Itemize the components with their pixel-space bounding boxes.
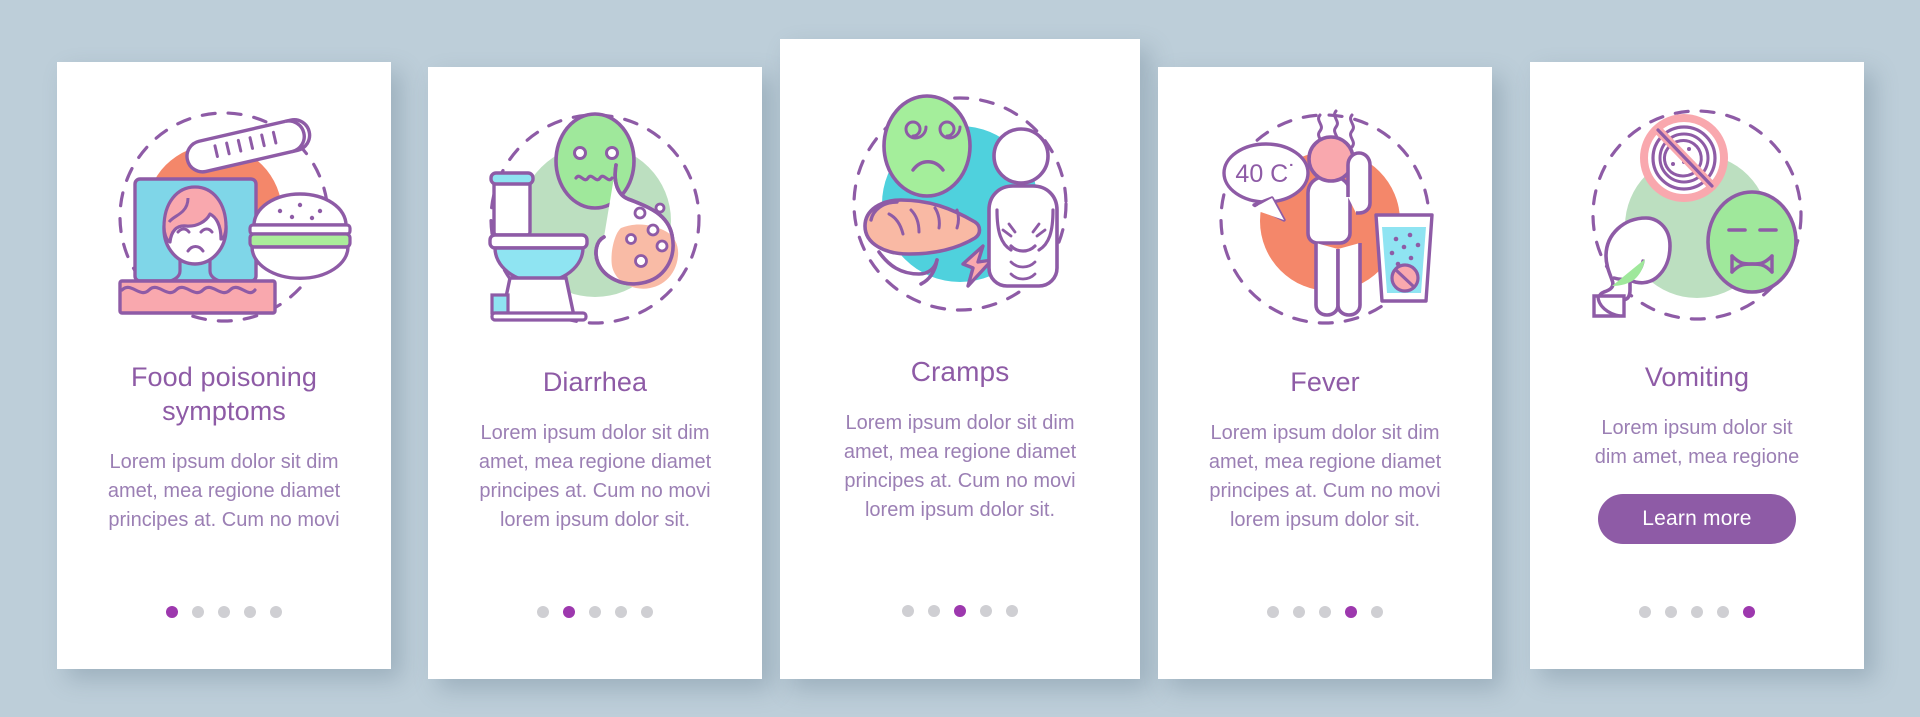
- step-dot-3[interactable]: [1319, 606, 1331, 618]
- no-food-sign-head-vomiting-nauseous-face-icon: [1591, 109, 1803, 321]
- card-body-line: principes at. Cum no movi: [108, 509, 340, 531]
- card-body-line: amet, mea regione diamet: [843, 441, 1077, 463]
- card-body-line: Lorem ipsum dolor sit: [1601, 417, 1793, 439]
- step-dot-1[interactable]: [537, 606, 549, 618]
- card-body-line: amet, mea regione diamet: [107, 480, 341, 502]
- sick-woman-in-bed-thermometer-burger-icon: [118, 111, 352, 323]
- step-dot-4[interactable]: [244, 606, 256, 618]
- card-body-line: principes at. Cum no movi: [1209, 480, 1441, 502]
- card-body-line: lorem ipsum dolor sit.: [1229, 509, 1421, 531]
- illustration-food-poisoning: [57, 96, 391, 334]
- toilet-sick-face-stomach-bacteria-icon: [488, 112, 701, 325]
- step-indicator-dots[interactable]: [1158, 606, 1492, 618]
- step-dot-2[interactable]: [563, 606, 575, 618]
- step-dot-5[interactable]: [1371, 606, 1383, 618]
- step-dot-1[interactable]: [1639, 606, 1651, 618]
- learn-more-button[interactable]: Learn more: [1598, 494, 1796, 544]
- card-body-text: Lorem ipsum dolor sit dim amet, mea regi…: [1530, 414, 1864, 472]
- step-dot-5[interactable]: [270, 606, 282, 618]
- onboarding-card-cramps[interactable]: Cramps Lorem ipsum dolor sit dim amet, m…: [780, 39, 1140, 679]
- step-dot-5[interactable]: [1006, 605, 1018, 617]
- card-body-line: Lorem ipsum dolor sit dim: [845, 412, 1075, 434]
- step-dot-2[interactable]: [1293, 606, 1305, 618]
- card-body-line: Lorem ipsum dolor sit dim: [109, 451, 339, 473]
- onboarding-screens-container: Food poisoning symptoms Lorem ipsum dolo…: [0, 0, 1920, 717]
- card-body-line: principes at. Cum no movi: [844, 470, 1076, 492]
- card-title: Vomiting: [1530, 360, 1864, 394]
- onboarding-card-vomiting[interactable]: Vomiting Lorem ipsum dolor sit dim amet,…: [1530, 62, 1864, 669]
- dizzy-face-pancreas-person-holding-stomach-lightning-icon: [852, 94, 1068, 312]
- step-dot-3[interactable]: [218, 606, 230, 618]
- card-title: Food poisoning symptoms: [57, 360, 391, 428]
- card-title: Cramps: [780, 355, 1140, 389]
- step-dot-1[interactable]: [902, 605, 914, 617]
- card-body-line: dim amet, mea regione: [1594, 446, 1800, 468]
- onboarding-card-food-poisoning-symptoms[interactable]: Food poisoning symptoms Lorem ipsum dolo…: [57, 62, 391, 669]
- speech-bubble-temperature: 40 C˙: [1235, 160, 1296, 188]
- card-title-line: Cramps: [910, 356, 1010, 387]
- illustration-vomiting: [1530, 96, 1864, 334]
- card-title-line: Fever: [1290, 367, 1360, 397]
- onboarding-card-diarrhea[interactable]: Diarrhea Lorem ipsum dolor sit dim amet,…: [428, 67, 762, 679]
- card-body-line: Lorem ipsum dolor sit dim: [480, 422, 710, 444]
- step-dot-2[interactable]: [928, 605, 940, 617]
- step-dot-4[interactable]: [980, 605, 992, 617]
- step-indicator-dots[interactable]: [57, 606, 391, 618]
- step-indicator-dots[interactable]: [428, 606, 762, 618]
- card-body-line: amet, mea regione diamet: [1208, 451, 1442, 473]
- step-indicator-dots[interactable]: [1530, 606, 1864, 618]
- card-body-text: Lorem ipsum dolor sit dim amet, mea regi…: [57, 448, 391, 535]
- illustration-fever: 40 C˙: [1158, 99, 1492, 339]
- card-title-line: Food poisoning: [130, 362, 318, 392]
- step-dot-4[interactable]: [615, 606, 627, 618]
- card-body-text: Lorem ipsum dolor sit dim amet, mea regi…: [1158, 419, 1492, 535]
- person-with-fever-speech-bubble-glass-icon: 40 C˙: [1219, 109, 1434, 325]
- step-dot-3[interactable]: [954, 605, 966, 617]
- step-dot-2[interactable]: [1665, 606, 1677, 618]
- card-title-line: Vomiting: [1644, 362, 1750, 392]
- card-title: Diarrhea: [428, 365, 762, 399]
- card-body-text: Lorem ipsum dolor sit dim amet, mea regi…: [780, 409, 1140, 525]
- step-dot-1[interactable]: [1267, 606, 1279, 618]
- card-title: Fever: [1158, 365, 1492, 399]
- card-body-line: Lorem ipsum dolor sit dim: [1210, 422, 1440, 444]
- step-dot-3[interactable]: [589, 606, 601, 618]
- step-dot-5[interactable]: [1743, 606, 1755, 618]
- step-dot-1[interactable]: [166, 606, 178, 618]
- card-body-line: lorem ipsum dolor sit.: [864, 499, 1056, 521]
- card-body-line: amet, mea regione diamet: [478, 451, 712, 473]
- step-dot-3[interactable]: [1691, 606, 1703, 618]
- step-dot-2[interactable]: [192, 606, 204, 618]
- card-title-line: Diarrhea: [542, 367, 648, 397]
- card-body-text: Lorem ipsum dolor sit dim amet, mea regi…: [428, 419, 762, 535]
- step-dot-5[interactable]: [641, 606, 653, 618]
- illustration-diarrhea: [428, 99, 762, 339]
- card-title-line: symptoms: [162, 396, 286, 426]
- step-dot-4[interactable]: [1717, 606, 1729, 618]
- onboarding-card-fever[interactable]: 40 C˙ Fever Lorem ipsum dolor sit dim am…: [1158, 67, 1492, 679]
- step-indicator-dots[interactable]: [780, 605, 1140, 617]
- step-dot-4[interactable]: [1345, 606, 1357, 618]
- card-body-line: principes at. Cum no movi: [479, 480, 711, 502]
- illustration-cramps: [780, 79, 1140, 329]
- card-body-line: lorem ipsum dolor sit.: [499, 509, 691, 531]
